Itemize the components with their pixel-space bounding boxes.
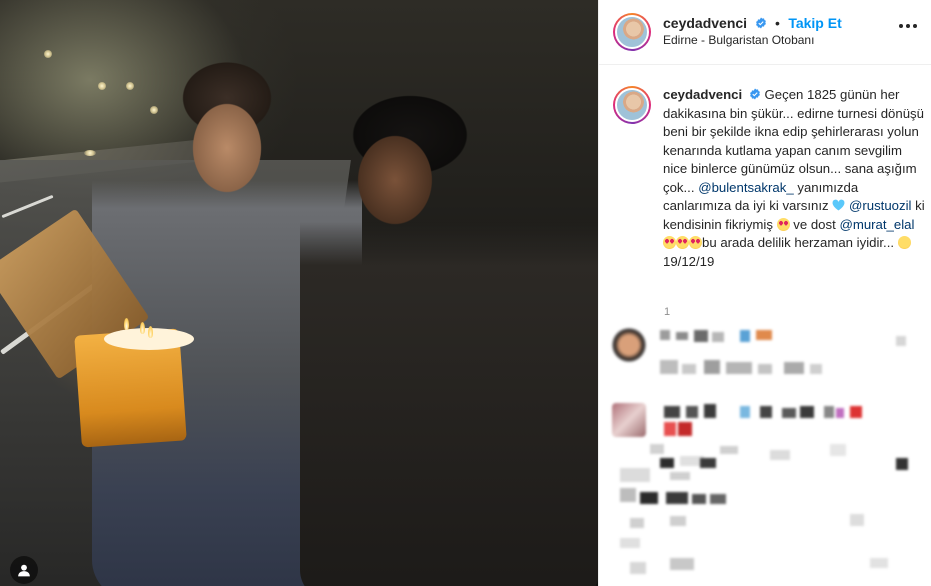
mention-link[interactable]: @murat_elal <box>839 217 914 232</box>
blue-heart-icon <box>832 199 845 211</box>
caption: ceydadvenci Geçen 1825 günün her dakikas… <box>613 86 925 271</box>
separator-dot: • <box>774 15 780 31</box>
blurred-comment <box>660 404 920 438</box>
street-lamp <box>98 82 106 90</box>
follow-button[interactable]: Takip Et <box>788 15 841 31</box>
verified-badge-icon <box>755 17 766 29</box>
person-icon <box>18 564 30 577</box>
candle-flame <box>124 318 129 330</box>
caption-avatar[interactable] <box>613 86 651 124</box>
verified-badge-icon <box>749 88 760 100</box>
location-link[interactable]: Edirne - Bulgaristan Otobanı <box>663 32 842 49</box>
grinning-emoji-icon <box>897 236 911 249</box>
blurred-comment <box>610 458 920 578</box>
username-link[interactable]: ceydadvenci <box>663 15 747 31</box>
more-options-icon[interactable] <box>899 24 917 28</box>
mention-link[interactable]: @bulentsakrak_ <box>698 180 794 195</box>
comment-avatar <box>612 328 646 362</box>
caption-text-part: bu arada delilik herzaman iyidir... <box>702 235 895 250</box>
caption-text-part: 19/12/19 <box>663 253 715 269</box>
blurred-comment <box>660 336 920 382</box>
time-ago: 1 <box>664 306 671 318</box>
caption-text: ceydadvenci Geçen 1825 günün her dakikas… <box>663 86 925 271</box>
caption-text-part: ve dost <box>789 216 840 232</box>
comment-avatar <box>612 403 646 437</box>
man-figure <box>300 60 598 586</box>
heart-eyes-emoji-icon <box>689 236 702 249</box>
candle-flame <box>140 322 145 334</box>
heart-eyes-emoji-icon <box>676 236 689 249</box>
caption-username[interactable]: ceydadvenci <box>663 87 742 102</box>
post-header: ceydadvenci • Takip Et Edirne - Bulgaris… <box>599 0 931 65</box>
street-lamp <box>44 50 52 58</box>
caption-text-part: Geçen 1825 günün her dakikasına bin şükü… <box>663 87 924 195</box>
tagged-people-button[interactable] <box>10 556 38 584</box>
heart-eyes-emoji-icon <box>776 217 790 231</box>
candle-flame <box>148 326 153 338</box>
avatar[interactable] <box>613 13 651 51</box>
heart-eyes-emoji-icon <box>663 236 676 249</box>
post-photo[interactable] <box>0 0 598 586</box>
blurred-comment <box>660 330 780 344</box>
mention-link[interactable]: @rustuozil <box>849 198 912 213</box>
